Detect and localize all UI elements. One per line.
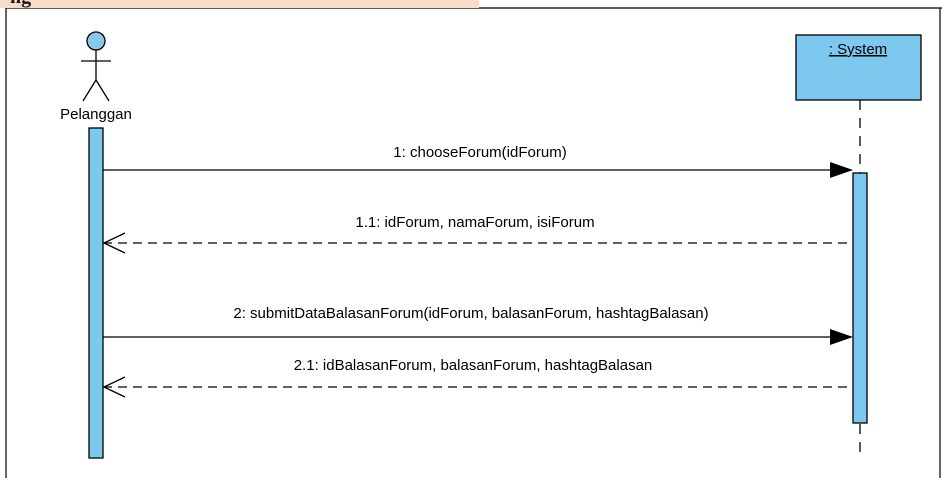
frame-title: ng	[10, 0, 31, 9]
actor-activation-bar	[88, 127, 104, 459]
actor-pelanggan[interactable]: Pelanggan	[60, 31, 132, 123]
system-lifeline-head[interactable]: : System	[795, 34, 922, 101]
message-1-arrowhead-icon	[830, 162, 853, 178]
message-1-1[interactable]: 1.1: idForum, namaForum, isiForum	[102, 214, 853, 254]
frame-title-tab: ng	[0, 0, 479, 8]
message-1[interactable]: 1: chooseForum(idForum)	[103, 144, 853, 178]
actor-right-leg	[95, 79, 110, 102]
message-2-label: 2: submitDataBalasanForum(idForum, balas…	[233, 305, 708, 322]
diagram-svg: Pelanggan : System 1: chooseForum(idForu…	[5, 7, 942, 478]
sequence-diagram: ng Pelanggan : System 1: chooseForum(	[0, 0, 942, 478]
message-1-label: 1: chooseForum(idForum)	[393, 144, 566, 161]
actor-label: Pelanggan	[60, 106, 132, 123]
message-2-1-label: 2.1: idBalasanForum, balasanForum, hasht…	[294, 357, 653, 374]
message-1-1-label: 1.1: idForum, namaForum, isiForum	[355, 214, 594, 231]
message-2-arrowhead-icon	[830, 329, 853, 345]
message-2-1[interactable]: 2.1: idBalasanForum, balasanForum, hasht…	[102, 357, 853, 398]
message-2[interactable]: 2: submitDataBalasanForum(idForum, balas…	[103, 305, 853, 345]
actor-head-icon	[86, 31, 106, 51]
actor-left-leg	[82, 79, 97, 102]
system-activation-bar	[852, 172, 868, 424]
system-label: : System	[829, 41, 887, 58]
